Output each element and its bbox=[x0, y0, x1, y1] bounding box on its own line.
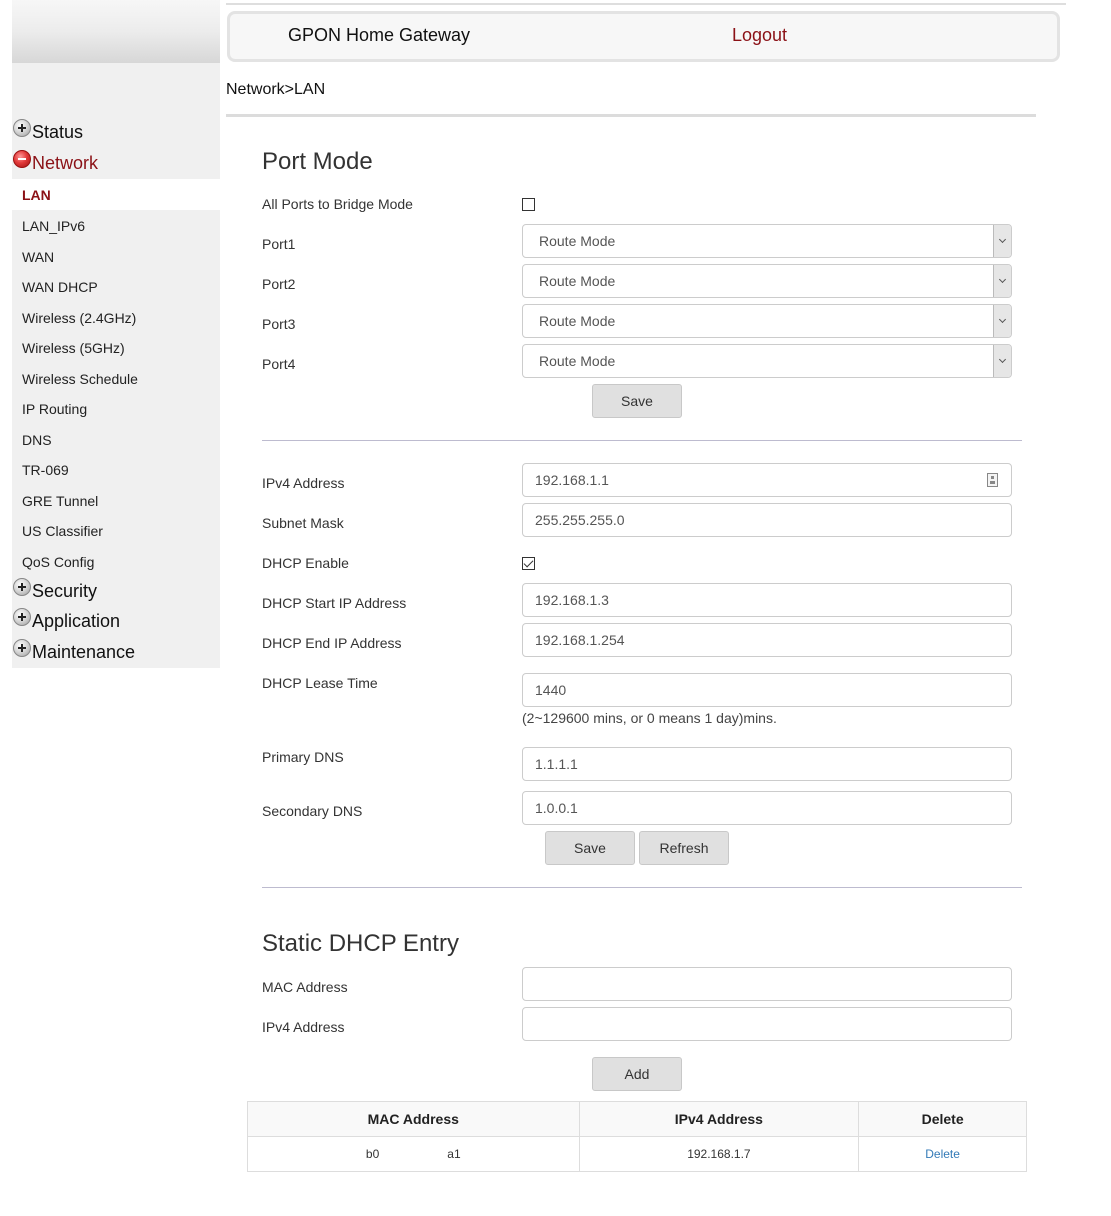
port1-select-value: Route Mode bbox=[539, 233, 616, 249]
chevron-down-icon bbox=[993, 265, 1011, 297]
static-mac-input[interactable] bbox=[522, 967, 1012, 1001]
lease-time-input[interactable] bbox=[522, 673, 1012, 707]
port-mode-title: Port Mode bbox=[262, 148, 373, 175]
minus-circle-icon bbox=[13, 150, 31, 168]
sidebar-item-wireless-schedule[interactable]: Wireless Schedule bbox=[12, 363, 220, 394]
sidebar-banner bbox=[12, 0, 220, 63]
breadcrumb-divider bbox=[226, 114, 1036, 117]
ipv4-address-input[interactable] bbox=[522, 463, 1012, 497]
breadcrumb: Network>LAN bbox=[226, 81, 326, 98]
ipv4-address-label: IPv4 Address bbox=[262, 475, 345, 491]
sidebar-item-us-classifier[interactable]: US Classifier bbox=[12, 515, 220, 546]
mac-prefix: b0 bbox=[365, 1147, 380, 1161]
dhcp-enable-checkbox[interactable] bbox=[522, 557, 535, 570]
port3-select-value: Route Mode bbox=[539, 313, 616, 329]
port4-label: Port4 bbox=[262, 356, 296, 372]
port3-label: Port3 bbox=[262, 316, 296, 332]
sidebar-item-wan-dhcp[interactable]: WAN DHCP bbox=[12, 271, 220, 302]
static-dhcp-title: Static DHCP Entry bbox=[262, 930, 459, 957]
port2-label: Port2 bbox=[262, 276, 296, 292]
sidebar-item-lan-ipv6[interactable]: LAN_IPv6 bbox=[12, 210, 220, 241]
static-mac-label: MAC Address bbox=[262, 979, 348, 995]
header-top-divider bbox=[226, 3, 1066, 5]
bridge-mode-label: All Ports to Bridge Mode bbox=[262, 196, 413, 212]
dhcp-start-label: DHCP Start IP Address bbox=[262, 595, 407, 611]
plus-circle-icon bbox=[13, 639, 31, 657]
plus-circle-icon bbox=[13, 119, 31, 137]
static-ipv4-label: IPv4 Address bbox=[262, 1019, 345, 1035]
port4-select[interactable]: Route Mode bbox=[522, 344, 1012, 378]
column-header-mac: MAC Address bbox=[247, 1101, 580, 1137]
delete-cell: Delete bbox=[858, 1136, 1027, 1172]
sidebar-group-label: Maintenance bbox=[32, 641, 136, 662]
static-dhcp-table: MAC Address IPv4 Address Delete b0 a1 192… bbox=[247, 1101, 1027, 1172]
primary-dns-label: Primary DNS bbox=[262, 749, 344, 765]
sidebar-item-ip-routing[interactable]: IP Routing bbox=[12, 393, 220, 424]
mac-cell: b0 a1 bbox=[247, 1136, 580, 1172]
sidebar-group-label: Security bbox=[32, 580, 98, 601]
column-header-delete: Delete bbox=[858, 1101, 1027, 1137]
ipv4-cell: 192.168.1.7 bbox=[578, 1136, 860, 1172]
port3-select[interactable]: Route Mode bbox=[522, 304, 1012, 338]
static-ipv4-input[interactable] bbox=[522, 1007, 1012, 1041]
primary-dns-input[interactable] bbox=[522, 747, 1012, 781]
sidebar-group-security[interactable]: Security bbox=[12, 576, 97, 606]
header-bar: GPON Home Gateway Logout bbox=[227, 11, 1060, 62]
sidebar-group-network[interactable]: Network bbox=[12, 148, 98, 178]
lan-refresh-button[interactable]: Refresh bbox=[639, 831, 729, 865]
logout-link[interactable]: Logout bbox=[732, 25, 787, 46]
section-divider bbox=[262, 440, 1022, 441]
delete-link[interactable]: Delete bbox=[925, 1147, 960, 1161]
port4-select-value: Route Mode bbox=[539, 353, 616, 369]
port2-select-value: Route Mode bbox=[539, 273, 616, 289]
sidebar-group-label: Network bbox=[32, 152, 99, 173]
dhcp-end-label: DHCP End IP Address bbox=[262, 635, 402, 651]
sidebar-item-wireless-24ghz[interactable]: Wireless (2.4GHz) bbox=[12, 302, 220, 333]
chevron-down-icon bbox=[993, 345, 1011, 377]
app-title: GPON Home Gateway bbox=[288, 25, 471, 45]
bridge-mode-checkbox[interactable] bbox=[522, 198, 535, 211]
sidebar-group-label: Status bbox=[32, 121, 84, 142]
sidebar-item-qos-config[interactable]: QoS Config bbox=[12, 546, 220, 577]
lease-time-label: DHCP Lease Time bbox=[262, 675, 378, 691]
sidebar-item-wireless-5ghz[interactable]: Wireless (5GHz) bbox=[12, 332, 220, 363]
port1-label: Port1 bbox=[262, 236, 296, 252]
port2-select[interactable]: Route Mode bbox=[522, 264, 1012, 298]
port1-select[interactable]: Route Mode bbox=[522, 224, 1012, 258]
section-divider bbox=[262, 887, 1022, 888]
sidebar-item-tr069[interactable]: TR-069 bbox=[12, 454, 220, 485]
sidebar-group-application[interactable]: Application bbox=[12, 606, 120, 636]
autofill-icon[interactable] bbox=[987, 473, 998, 487]
sidebar-item-gre-tunnel[interactable]: GRE Tunnel bbox=[12, 485, 220, 516]
dhcp-start-input[interactable] bbox=[522, 583, 1012, 617]
port-mode-save-button[interactable]: Save bbox=[592, 384, 682, 418]
dhcp-enable-label: DHCP Enable bbox=[262, 555, 349, 571]
secondary-dns-input[interactable] bbox=[522, 791, 1012, 825]
sidebar-group-label: Application bbox=[32, 610, 121, 631]
chevron-down-icon bbox=[993, 225, 1011, 257]
table-header-row: MAC Address IPv4 Address Delete bbox=[247, 1101, 1027, 1137]
plus-circle-icon bbox=[13, 608, 31, 626]
mac-suffix: a1 bbox=[447, 1147, 461, 1161]
add-entry-button[interactable]: Add bbox=[592, 1057, 682, 1091]
sidebar-item-dns[interactable]: DNS bbox=[12, 424, 220, 455]
subnet-mask-label: Subnet Mask bbox=[262, 515, 344, 531]
dhcp-end-input[interactable] bbox=[522, 623, 1012, 657]
table-row: b0 a1 192.168.1.7 Delete bbox=[247, 1136, 1027, 1172]
sidebar-group-status[interactable]: Status bbox=[12, 117, 83, 147]
sidebar: Status Network LAN LAN_IPv6 WAN WAN DHCP… bbox=[12, 63, 220, 668]
subnet-mask-input[interactable] bbox=[522, 503, 1012, 537]
column-header-ipv4: IPv4 Address bbox=[578, 1101, 860, 1137]
chevron-down-icon bbox=[993, 305, 1011, 337]
sidebar-item-lan[interactable]: LAN bbox=[12, 179, 220, 210]
secondary-dns-label: Secondary DNS bbox=[262, 803, 363, 819]
lease-time-hint: (2~129600 mins, or 0 means 1 day)mins. bbox=[522, 710, 777, 726]
sidebar-group-maintenance[interactable]: Maintenance bbox=[12, 637, 135, 667]
sidebar-item-wan[interactable]: WAN bbox=[12, 241, 220, 272]
plus-circle-icon bbox=[13, 578, 31, 596]
lan-save-button[interactable]: Save bbox=[545, 831, 635, 865]
